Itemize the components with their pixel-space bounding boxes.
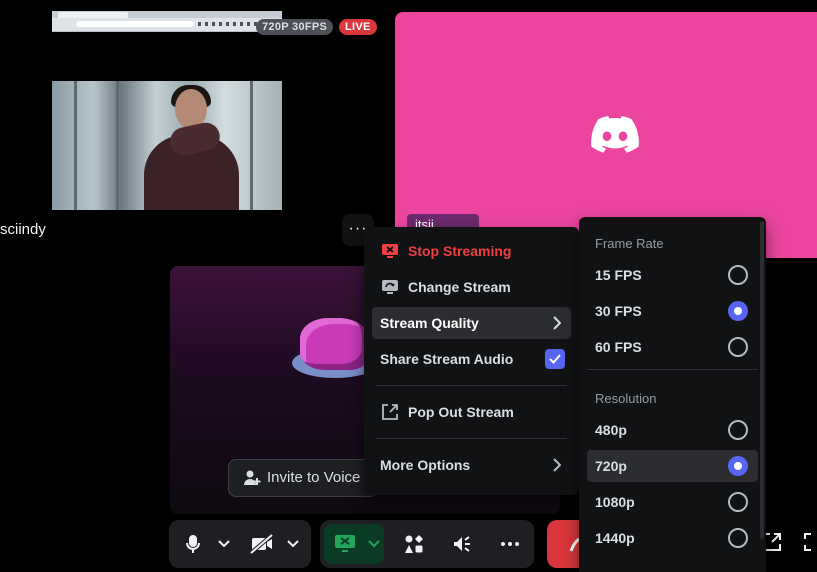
option-label: 720p — [595, 458, 627, 474]
option-label: 1440p — [595, 530, 635, 546]
menu-item-label: Share Stream Audio — [380, 351, 514, 367]
participant-username: sciindy — [0, 221, 46, 238]
radio-button[interactable] — [728, 492, 748, 512]
voice-controls — [169, 520, 311, 568]
radio-button[interactable] — [728, 337, 748, 357]
mic-options-chevron-down-icon[interactable] — [213, 520, 235, 568]
menu-item-label: Stop Streaming — [408, 243, 512, 259]
menu-item-share-stream-audio[interactable]: Share Stream Audio — [372, 343, 571, 375]
stream-quality-badge: 720P 30FPS — [256, 19, 334, 35]
video-feed — [52, 81, 282, 210]
radio-button[interactable] — [728, 420, 748, 440]
microphone-icon[interactable] — [181, 520, 205, 568]
menu-item-stream-quality[interactable]: Stream Quality — [372, 307, 571, 339]
menu-item-more-options[interactable]: More Options — [372, 449, 571, 481]
radio-button[interactable] — [728, 265, 748, 285]
pop-out-icon — [380, 402, 400, 422]
stop-stream-icon — [380, 241, 400, 261]
option-label: 1080p — [595, 494, 635, 510]
menu-divider — [376, 438, 567, 439]
frame-rate-option-30[interactable]: 30 FPS — [587, 295, 758, 327]
change-stream-icon — [380, 277, 400, 297]
stream-context-menu: Stop Streaming Change Stream Stream Qual… — [364, 227, 579, 495]
soundboard-icon[interactable] — [448, 520, 476, 568]
screen-share-icon[interactable] — [330, 520, 360, 568]
camera-options-chevron-down-icon[interactable] — [282, 520, 304, 568]
resolution-header: Resolution — [595, 391, 657, 406]
menu-item-label: More Options — [380, 457, 471, 473]
menu-item-label: Pop Out Stream — [408, 404, 514, 420]
radio-button-selected[interactable] — [728, 301, 748, 321]
more-icon[interactable] — [496, 520, 524, 568]
menu-item-label: Stream Quality — [380, 315, 479, 331]
option-label: 60 FPS — [595, 339, 642, 355]
menu-item-change-stream[interactable]: Change Stream — [372, 271, 571, 303]
submenu-scrollbar[interactable] — [760, 221, 764, 539]
add-user-icon — [244, 470, 261, 485]
option-label: 30 FPS — [595, 303, 642, 319]
stream-preview-browser — [52, 11, 282, 32]
menu-item-label: Change Stream — [408, 279, 511, 295]
invite-to-voice-button[interactable]: Invite to Voice — [228, 459, 378, 497]
stream-quality-submenu: Frame Rate 15 FPS 30 FPS 60 FPS Resoluti… — [579, 217, 766, 572]
gem-illustration — [300, 318, 370, 370]
radio-button[interactable] — [728, 528, 748, 548]
activities-icon[interactable] — [400, 520, 428, 568]
resolution-option-720p[interactable]: 720p — [587, 450, 758, 482]
invite-label: Invite to Voice — [267, 469, 361, 486]
radio-button-selected[interactable] — [728, 456, 748, 476]
menu-item-stop-streaming[interactable]: Stop Streaming — [372, 235, 571, 267]
option-label: 15 FPS — [595, 267, 642, 283]
menu-divider — [376, 385, 567, 386]
activity-controls — [320, 520, 534, 568]
resolution-option-1080p[interactable]: 1080p — [587, 486, 758, 518]
frame-rate-header: Frame Rate — [595, 236, 664, 251]
discord-logo-icon — [591, 116, 639, 153]
option-label: 480p — [595, 422, 627, 438]
chevron-right-icon — [553, 458, 561, 472]
share-audio-checkbox[interactable] — [545, 349, 565, 369]
screen-share-chevron-down-icon[interactable] — [364, 520, 384, 568]
live-badge: LIVE — [339, 19, 377, 35]
chevron-right-icon — [553, 316, 561, 330]
frame-rate-option-15[interactable]: 15 FPS — [587, 259, 758, 291]
check-icon — [549, 354, 561, 364]
resolution-option-1440p[interactable]: 1440p — [587, 522, 758, 554]
resolution-option-480p[interactable]: 480p — [587, 414, 758, 446]
frame-rate-option-60[interactable]: 60 FPS — [587, 331, 758, 363]
camera-off-icon[interactable] — [247, 520, 277, 568]
menu-item-pop-out-stream[interactable]: Pop Out Stream — [372, 396, 571, 428]
fullscreen-icon[interactable] — [804, 532, 817, 552]
submenu-divider — [587, 369, 758, 370]
